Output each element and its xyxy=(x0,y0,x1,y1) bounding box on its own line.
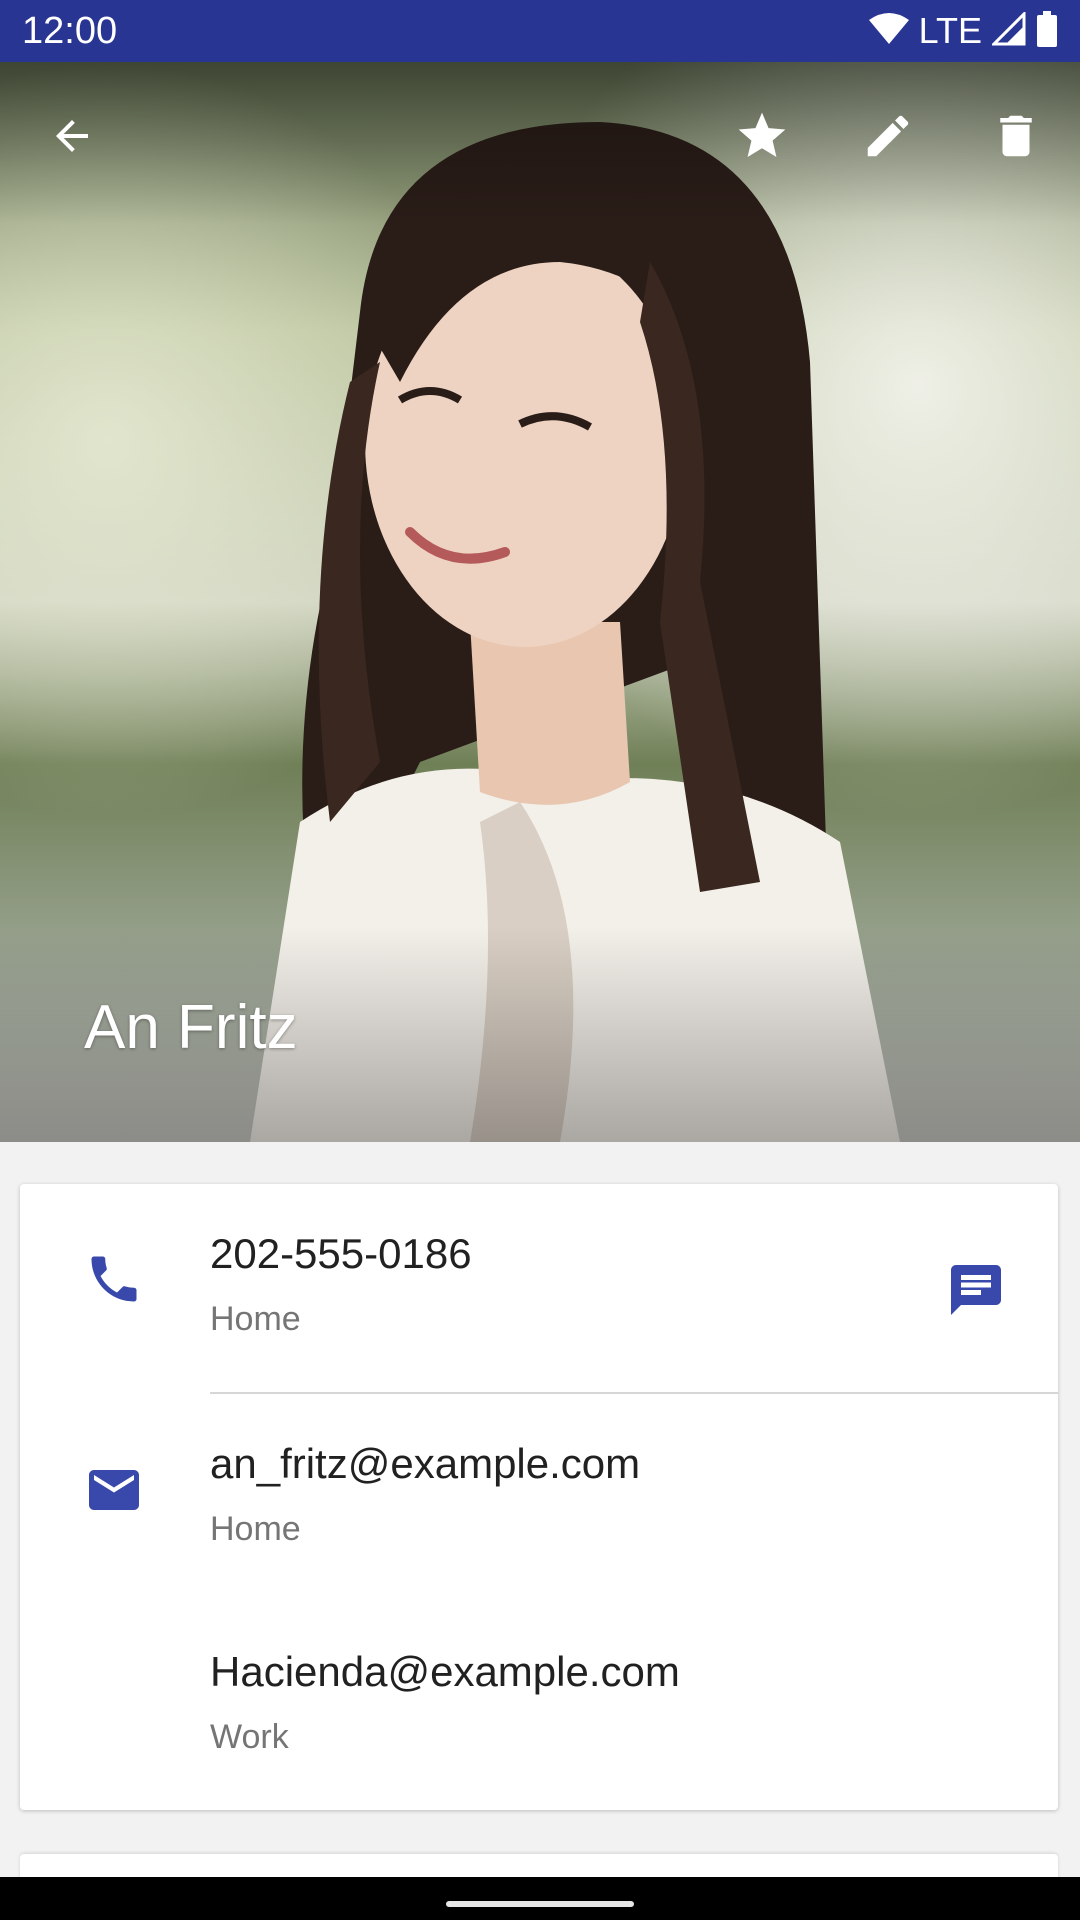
email-row-work[interactable]: Hacienda@example.com Work xyxy=(20,1604,1058,1810)
delete-button[interactable] xyxy=(980,102,1052,174)
message-icon xyxy=(946,1260,1006,1325)
battery-icon xyxy=(1036,10,1058,52)
edit-button[interactable] xyxy=(852,102,924,174)
phone-row[interactable]: 202-555-0186 Home xyxy=(20,1184,1058,1392)
back-arrow-icon xyxy=(48,112,96,165)
status-icons: LTE xyxy=(868,8,1058,54)
email-address: an_fritz@example.com xyxy=(210,1440,641,1487)
contact-details-card: 202-555-0186 Home an_fritz@example.com H… xyxy=(20,1184,1058,1810)
email-type: Home xyxy=(210,1510,301,1548)
home-gesture-handle[interactable] xyxy=(446,1901,634,1907)
status-bar: 12:00 LTE xyxy=(0,0,1080,62)
contact-name: An Fritz xyxy=(84,993,298,1062)
delete-trash-icon xyxy=(989,109,1043,168)
contact-detail-screen: 12:00 LTE An Fritz 202-555-0186 Home an_… xyxy=(0,0,1080,1920)
edit-pencil-icon xyxy=(861,109,915,168)
contact-photo-header: An Fritz xyxy=(0,62,1080,1142)
network-type: LTE xyxy=(918,10,982,51)
navigation-bar xyxy=(0,1877,1080,1920)
back-button[interactable] xyxy=(36,102,108,174)
star-icon xyxy=(734,108,790,169)
email-row-home[interactable]: an_fritz@example.com Home xyxy=(20,1396,1058,1604)
contact-photo xyxy=(0,62,1080,1142)
wifi-icon xyxy=(868,12,909,51)
signal-icon xyxy=(990,9,1026,51)
email-type: Work xyxy=(210,1718,289,1756)
email-address: Hacienda@example.com xyxy=(210,1648,680,1695)
favorite-button[interactable] xyxy=(726,102,798,174)
send-message-button[interactable] xyxy=(936,1252,1016,1332)
phone-icon xyxy=(64,1229,164,1329)
phone-number: 202-555-0186 xyxy=(210,1230,472,1277)
phone-type: Home xyxy=(210,1300,301,1338)
status-time: 12:00 xyxy=(22,10,118,52)
divider xyxy=(210,1392,1058,1394)
email-icon xyxy=(64,1440,164,1540)
